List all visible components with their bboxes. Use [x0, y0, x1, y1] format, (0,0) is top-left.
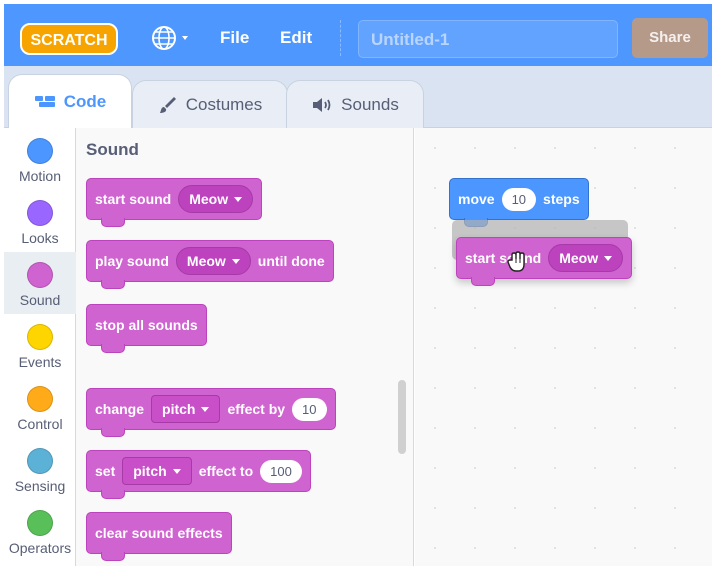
category-label: Operators: [8, 540, 72, 556]
logo-text: SCRATCH: [30, 32, 107, 49]
palette-scrollbar[interactable]: [398, 380, 406, 454]
caret-down-icon: [201, 406, 210, 412]
block-label: change: [95, 401, 145, 417]
category-label: Sensing: [14, 478, 66, 494]
effect-amount-input[interactable]: 10: [292, 397, 327, 421]
category-sensing[interactable]: Sensing: [4, 438, 76, 500]
set-effect-block[interactable]: set pitch effect to 100: [86, 450, 311, 499]
sound-dropdown[interactable]: Meow: [175, 247, 251, 275]
dragged-start-sound-block[interactable]: start sound Meow: [456, 237, 633, 286]
motion-dot-icon: [27, 138, 53, 164]
sensing-dot-icon: [27, 448, 53, 474]
block-label: clear sound effects: [95, 525, 223, 541]
brush-icon: [159, 96, 176, 113]
menu-bar: SCRATCH File Edit Untitled-1 Share: [4, 4, 712, 66]
category-label: Motion: [18, 168, 62, 184]
menu-divider: [340, 20, 341, 56]
category-menu: Motion Looks Sound Events Control Sensin…: [4, 128, 76, 566]
block-label: set: [95, 463, 116, 479]
steps-input[interactable]: 10: [501, 187, 537, 211]
control-dot-icon: [27, 386, 53, 412]
dropdown-value: pitch: [162, 401, 196, 417]
caret-down-icon: [231, 258, 240, 264]
file-menu[interactable]: File: [220, 28, 249, 48]
dropdown-value: Meow: [559, 250, 599, 266]
project-title-input[interactable]: Untitled-1: [358, 20, 618, 58]
share-button[interactable]: Share: [632, 18, 708, 58]
block-label: move: [458, 191, 495, 207]
category-label: Control: [17, 416, 63, 432]
code-icon: [34, 96, 55, 107]
block-label-suffix: until done: [257, 253, 325, 269]
clear-sound-effects-block[interactable]: clear sound effects: [86, 512, 232, 561]
looks-dot-icon: [27, 200, 53, 226]
category-control[interactable]: Control: [4, 376, 76, 438]
block-label: stop all sounds: [95, 317, 198, 333]
tab-code-label: Code: [63, 92, 107, 111]
category-sound[interactable]: Sound: [4, 252, 76, 314]
block-label-mid: effect by: [227, 401, 286, 417]
dropdown-value: Meow: [186, 253, 226, 269]
block-label: start sound: [95, 191, 172, 207]
dropdown-value: pitch: [133, 463, 167, 479]
category-label: Sound: [19, 292, 61, 308]
category-events[interactable]: Events: [4, 314, 76, 376]
play-sound-until-done-block[interactable]: play sound Meow until done: [86, 240, 334, 289]
editor-tabs: Code Costumes Sounds: [4, 66, 712, 129]
operators-dot-icon: [27, 510, 53, 536]
tab-code[interactable]: Code: [8, 74, 132, 129]
caret-down-icon: [604, 255, 613, 261]
stop-all-sounds-block[interactable]: stop all sounds: [86, 304, 207, 353]
block-label-suffix: steps: [543, 191, 580, 207]
dropdown-value: Meow: [189, 191, 229, 207]
block-label: play sound: [95, 253, 169, 269]
category-label: Looks: [21, 230, 59, 246]
start-sound-block[interactable]: start sound Meow: [86, 178, 263, 227]
tab-sounds[interactable]: Sounds: [286, 80, 424, 128]
sound-dropdown[interactable]: Meow: [548, 244, 624, 272]
tab-costumes-label: Costumes: [185, 94, 263, 114]
block-label: start sound: [465, 250, 542, 266]
effect-dropdown[interactable]: pitch: [122, 457, 192, 485]
effect-value-input[interactable]: 100: [260, 459, 302, 483]
globe-icon[interactable]: [150, 24, 196, 52]
sound-dot-icon: [27, 262, 53, 288]
palette-section-title: Sound: [86, 140, 139, 159]
category-label: Events: [18, 354, 62, 370]
change-effect-block[interactable]: change pitch effect by 10: [86, 388, 336, 437]
category-looks[interactable]: Looks: [4, 190, 76, 252]
edit-menu[interactable]: Edit: [280, 28, 312, 48]
caret-down-icon: [234, 196, 243, 202]
speaker-icon: [313, 97, 331, 112]
category-operators[interactable]: Operators: [4, 500, 76, 562]
move-steps-block[interactable]: move 10 steps: [449, 178, 589, 227]
tab-sounds-label: Sounds: [341, 94, 399, 114]
sound-dropdown[interactable]: Meow: [178, 185, 254, 213]
category-motion[interactable]: Motion: [4, 128, 76, 190]
events-dot-icon: [27, 324, 53, 350]
caret-down-icon: [172, 468, 181, 474]
effect-dropdown[interactable]: pitch: [151, 395, 221, 423]
tab-costumes[interactable]: Costumes: [132, 80, 288, 128]
grab-hand-icon: [507, 251, 525, 272]
scratch-logo[interactable]: SCRATCH: [20, 22, 118, 56]
block-label-mid: effect to: [198, 463, 254, 479]
block-palette: Sound start sound Meow play sound Meow u…: [76, 128, 414, 566]
